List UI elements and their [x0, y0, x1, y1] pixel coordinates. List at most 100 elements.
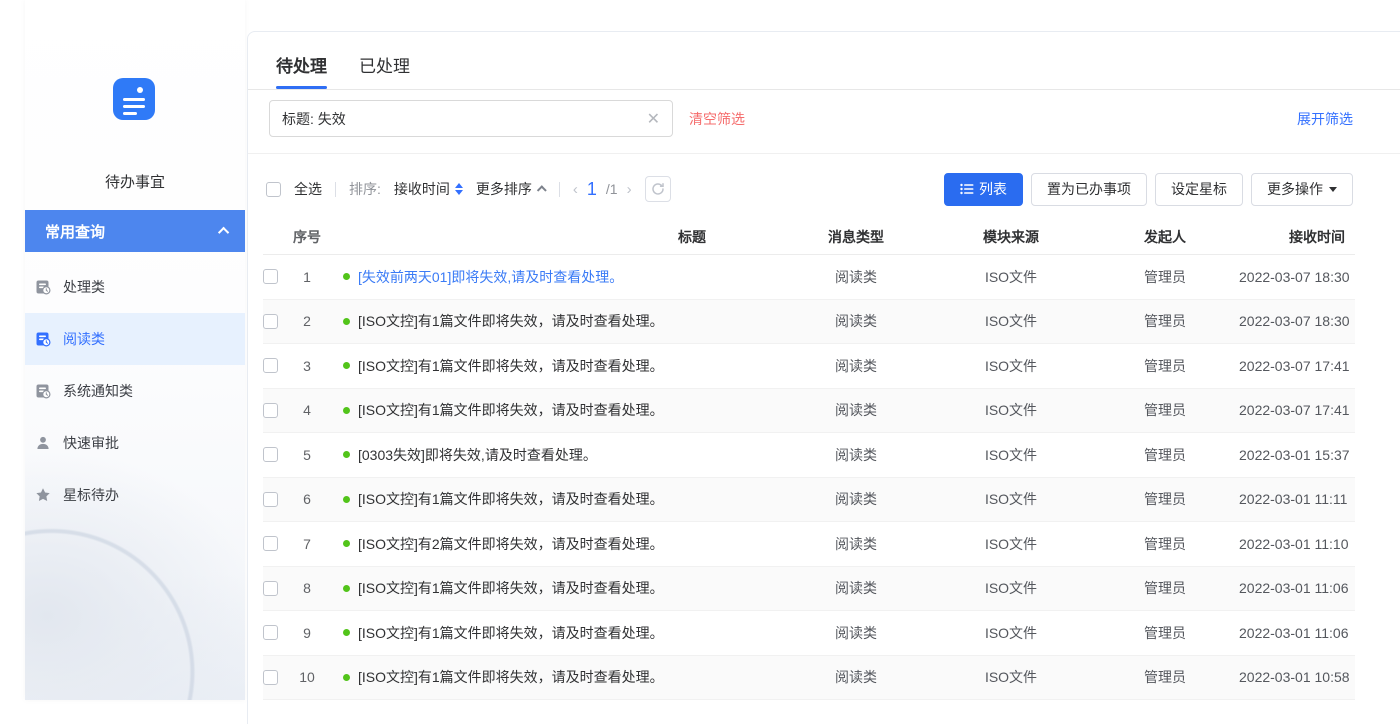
table-row[interactable]: 9 [ISO文控]有1篇文件即将失效，请及时查看处理。 阅读类 ISO文件 管理… — [263, 611, 1355, 656]
row-module-source: ISO文件 — [931, 445, 1091, 465]
filter-tag-input[interactable]: 标题: 失效 ✕ — [269, 100, 673, 137]
sort-carets-icon — [455, 183, 463, 195]
table-row[interactable]: 2 [ISO文控]有1篇文件即将失效，请及时查看处理。 阅读类 ISO文件 管理… — [263, 300, 1355, 345]
row-checkbox[interactable] — [263, 314, 278, 329]
row-receive-time: 2022-03-01 11:06 — [1239, 625, 1355, 641]
expand-filters-link[interactable]: 展开筛选 — [1297, 109, 1353, 129]
more-sort-button[interactable]: 更多排序 — [476, 179, 546, 199]
table-row[interactable]: 3 [ISO文控]有1篇文件即将失效，请及时查看处理。 阅读类 ISO文件 管理… — [263, 344, 1355, 389]
sort-by-receive-time[interactable]: 接收时间 — [394, 179, 463, 199]
row-receive-time: 2022-03-07 18:30 — [1239, 313, 1355, 329]
row-message-type: 阅读类 — [781, 489, 931, 509]
tab-processed[interactable]: 已处理 — [359, 52, 410, 89]
row-title-link[interactable]: [ISO文控]有1篇文件即将失效，请及时查看处理。 — [358, 489, 664, 509]
row-title-link[interactable]: [失效前两天01]即将失效,请及时查看处理。 — [358, 267, 623, 287]
row-checkbox[interactable] — [263, 358, 278, 373]
row-title-link[interactable]: [ISO文控]有1篇文件即将失效，请及时查看处理。 — [358, 667, 664, 687]
row-checkbox[interactable] — [263, 447, 278, 462]
row-sender: 管理员 — [1091, 400, 1239, 420]
sidebar-item-4[interactable]: 星标待办 — [25, 469, 245, 521]
row-title-link[interactable]: [ISO文控]有1篇文件即将失效，请及时查看处理。 — [358, 356, 664, 376]
row-title-link[interactable]: [ISO文控]有1篇文件即将失效，请及时查看处理。 — [358, 400, 664, 420]
list-icon — [960, 183, 974, 195]
row-index: 1 — [285, 269, 329, 285]
sidebar-item-label: 处理类 — [63, 277, 105, 297]
todo-table: 序号 标题 消息类型 模块来源 发起人 接收时间 1 [失效前两天01]即将失效… — [248, 220, 1400, 700]
close-icon[interactable]: ✕ — [647, 109, 660, 129]
header-sender: 发起人 — [1091, 227, 1239, 247]
header-time: 接收时间 — [1239, 227, 1355, 247]
set-star-button[interactable]: 设定星标 — [1155, 173, 1243, 206]
unread-dot-icon — [343, 585, 350, 592]
table-row[interactable]: 8 [ISO文控]有1篇文件即将失效，请及时查看处理。 阅读类 ISO文件 管理… — [263, 567, 1355, 612]
unread-dot-icon — [343, 629, 350, 636]
star-icon — [35, 487, 51, 503]
row-checkbox[interactable] — [263, 581, 278, 596]
row-index: 3 — [285, 358, 329, 374]
row-checkbox[interactable] — [263, 492, 278, 507]
header-type: 消息类型 — [781, 227, 931, 247]
divider — [559, 182, 560, 197]
chevron-right-icon[interactable]: › — [627, 181, 632, 198]
row-title-link[interactable]: [ISO文控]有1篇文件即将失效，请及时查看处理。 — [358, 578, 664, 598]
row-title-link[interactable]: [ISO文控]有2篇文件即将失效，请及时查看处理。 — [358, 534, 664, 554]
row-checkbox[interactable] — [263, 670, 278, 685]
sidebar-item-1[interactable]: 阅读类 — [25, 313, 245, 365]
sidebar: 待办事宜 常用查询 处理类 阅读类 系统通知类 快速审批 — [25, 0, 245, 700]
row-checkbox[interactable] — [263, 625, 278, 640]
row-checkbox[interactable] — [263, 269, 278, 284]
refresh-button[interactable] — [645, 176, 671, 202]
group-header-label: 常用查询 — [45, 221, 105, 242]
row-receive-time: 2022-03-01 11:10 — [1239, 536, 1355, 552]
row-title-link[interactable]: [ISO文控]有1篇文件即将失效，请及时查看处理。 — [358, 623, 664, 643]
row-title-link[interactable]: [0303失效]即将失效,请及时查看处理。 — [358, 445, 597, 465]
chevron-left-icon[interactable]: ‹ — [573, 181, 578, 198]
table-row[interactable]: 4 [ISO文控]有1篇文件即将失效，请及时查看处理。 阅读类 ISO文件 管理… — [263, 389, 1355, 434]
select-all-checkbox[interactable] — [266, 182, 281, 197]
main-panel: 待处理 已处理 标题: 失效 ✕ 清空筛选 展开筛选 全选 排序: 接收时间 — [247, 31, 1400, 724]
sidebar-item-2[interactable]: 系统通知类 — [25, 365, 245, 417]
app-title: 待办事宜 — [25, 171, 245, 192]
unread-dot-icon — [343, 540, 350, 547]
caret-down-icon — [1329, 187, 1337, 192]
row-checkbox[interactable] — [263, 403, 278, 418]
row-checkbox[interactable] — [263, 536, 278, 551]
clear-filters-link[interactable]: 清空筛选 — [689, 109, 745, 129]
list-view-button[interactable]: 列表 — [944, 173, 1023, 206]
unread-dot-icon — [343, 362, 350, 369]
chevron-up-icon — [218, 227, 229, 238]
tab-pending[interactable]: 待处理 — [276, 52, 327, 89]
table-row[interactable]: 7 [ISO文控]有2篇文件即将失效，请及时查看处理。 阅读类 ISO文件 管理… — [263, 522, 1355, 567]
tab-bar: 待处理 已处理 — [248, 32, 1400, 90]
row-index: 8 — [285, 580, 329, 596]
row-sender: 管理员 — [1091, 311, 1239, 331]
row-sender: 管理员 — [1091, 267, 1239, 287]
select-all-label: 全选 — [294, 179, 322, 199]
mark-done-button[interactable]: 置为已办事项 — [1031, 173, 1147, 206]
table-row[interactable]: 6 [ISO文控]有1篇文件即将失效，请及时查看处理。 阅读类 ISO文件 管理… — [263, 478, 1355, 523]
sidebar-item-3[interactable]: 快速审批 — [25, 417, 245, 469]
pagination: ‹ 1 /1 › — [573, 179, 632, 200]
row-message-type: 阅读类 — [781, 578, 931, 598]
row-module-source: ISO文件 — [931, 356, 1091, 376]
toolbar-right: 列表 置为已办事项 设定星标 更多操作 — [944, 173, 1353, 206]
row-index: 2 — [285, 313, 329, 329]
table-row[interactable]: 5 [0303失效]即将失效,请及时查看处理。 阅读类 ISO文件 管理员 20… — [263, 433, 1355, 478]
sidebar-group-common-queries[interactable]: 常用查询 — [25, 210, 245, 252]
divider — [335, 182, 336, 197]
filter-section: 标题: 失效 ✕ 清空筛选 展开筛选 — [248, 90, 1400, 154]
row-title-link[interactable]: [ISO文控]有1篇文件即将失效，请及时查看处理。 — [358, 311, 664, 331]
doc-clock-icon — [35, 279, 51, 295]
row-message-type: 阅读类 — [781, 356, 931, 376]
sidebar-item-0[interactable]: 处理类 — [25, 261, 245, 313]
more-actions-button[interactable]: 更多操作 — [1251, 173, 1353, 206]
row-message-type: 阅读类 — [781, 445, 931, 465]
header-source: 模块来源 — [931, 227, 1091, 247]
header-title: 标题 — [329, 227, 781, 247]
row-module-source: ISO文件 — [931, 534, 1091, 554]
table-row[interactable]: 1 [失效前两天01]即将失效,请及时查看处理。 阅读类 ISO文件 管理员 2… — [263, 255, 1355, 300]
table-row[interactable]: 10 [ISO文控]有1篇文件即将失效，请及时查看处理。 阅读类 ISO文件 管… — [263, 656, 1355, 701]
row-sender: 管理员 — [1091, 578, 1239, 598]
row-sender: 管理员 — [1091, 534, 1239, 554]
row-message-type: 阅读类 — [781, 400, 931, 420]
